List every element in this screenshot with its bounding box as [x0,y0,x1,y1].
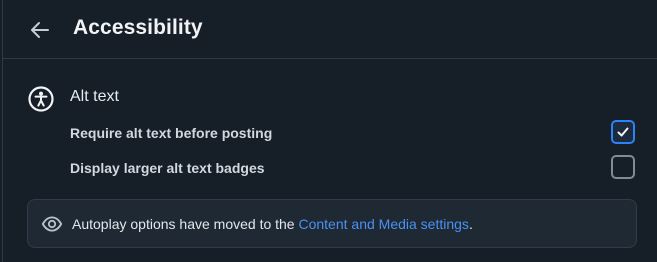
back-button[interactable] [27,17,53,43]
require-alt-text-label: Require alt text before posting [70,125,273,141]
arrow-left-icon [31,22,49,38]
notice-text-after: . [468,216,473,232]
section-title: Alt text [70,88,119,105]
notice-text: Autoplay options have moved to the Conte… [72,216,473,232]
page-header: Accessibility [3,0,657,59]
larger-badges-checkbox[interactable] [611,155,635,179]
autoplay-notice: Autoplay options have moved to the Conte… [27,199,637,248]
eye-icon [41,216,63,232]
larger-badges-label: Display larger alt text badges [70,160,265,176]
notice-text-before: Autoplay options have moved to the [72,216,299,232]
checkmark-icon [617,127,629,137]
page-title: Accessibility [73,16,203,39]
require-alt-text-checkbox[interactable] [611,120,635,144]
accessibility-panel: Accessibility Alt text Require alt text … [2,0,657,262]
content-media-settings-link[interactable]: Content and Media settings [298,216,468,232]
accessibility-icon [28,86,54,112]
